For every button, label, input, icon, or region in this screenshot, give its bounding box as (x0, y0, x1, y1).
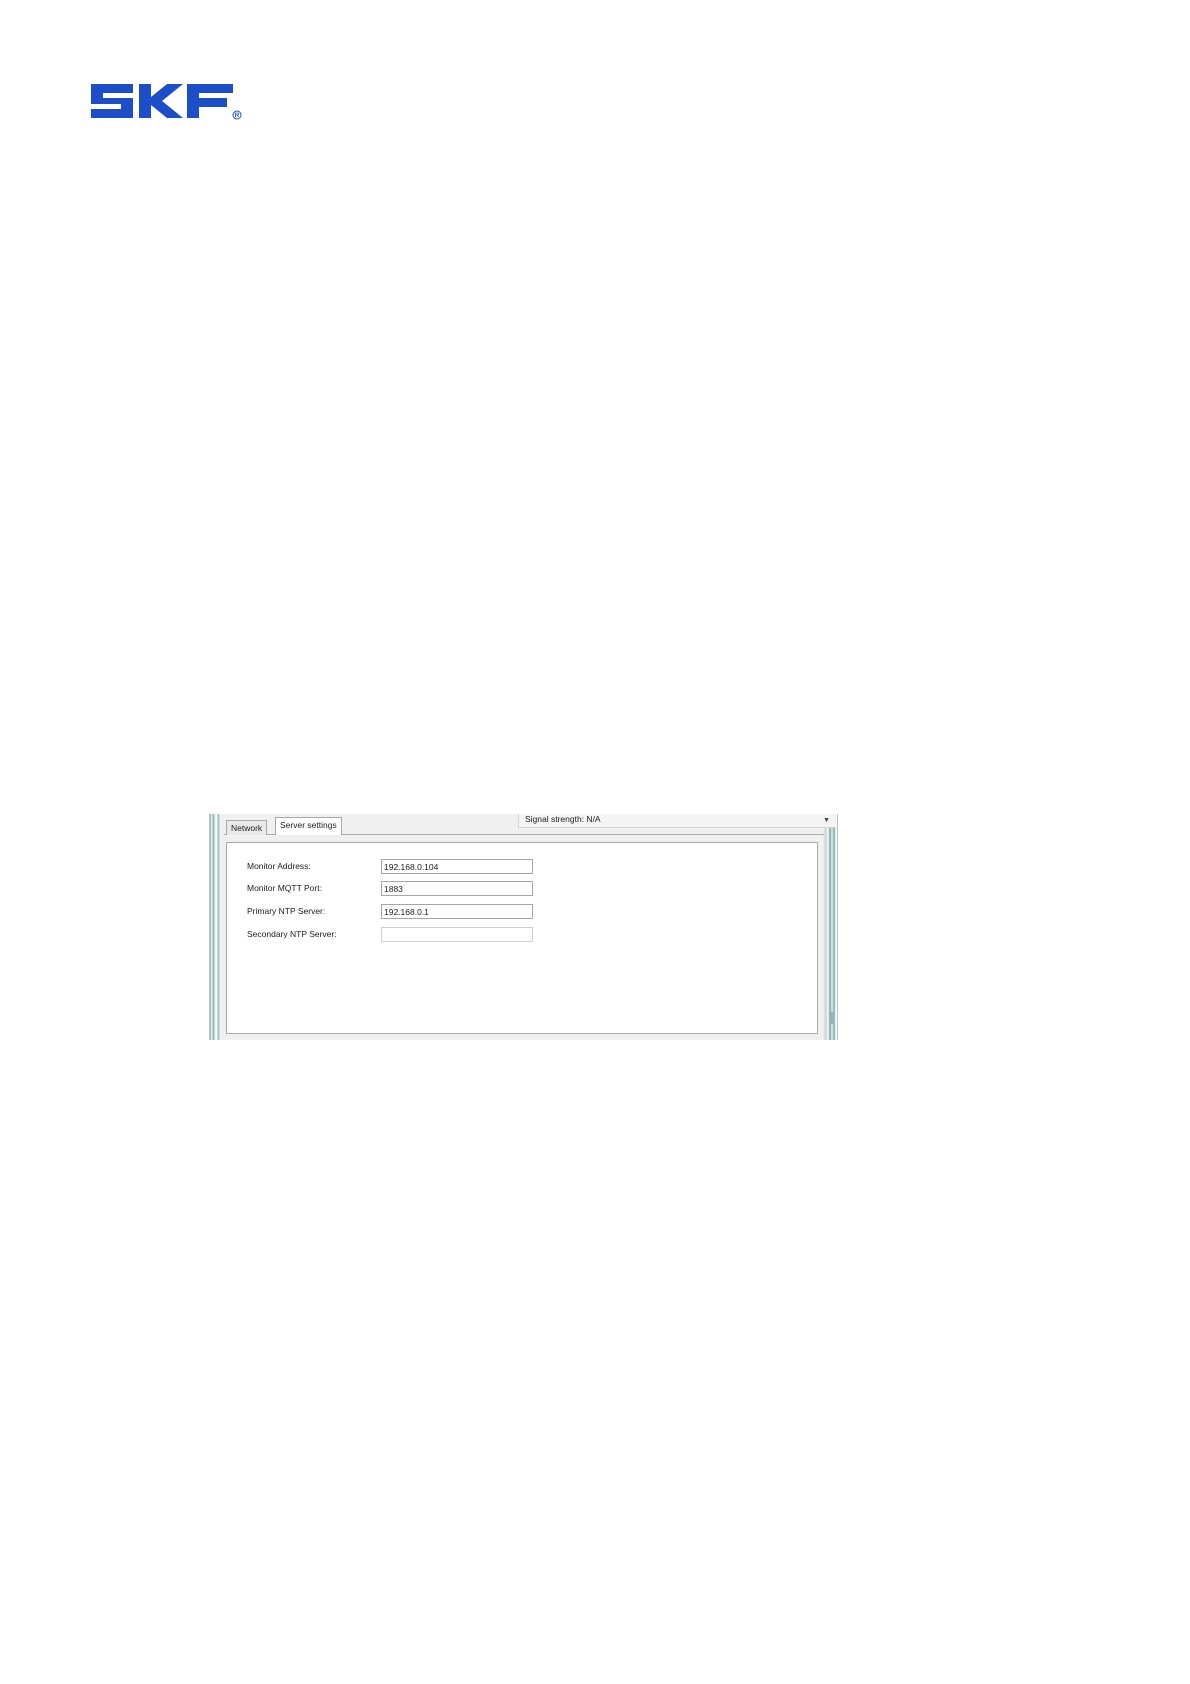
skf-logo-mark (91, 84, 242, 120)
monitor-address-row: Monitor Address: (227, 859, 817, 874)
tab-server-settings[interactable]: Server settings (275, 817, 342, 835)
scrollbar-thumb[interactable] (830, 1012, 834, 1024)
window-left-border (210, 814, 220, 1040)
secondary-ntp-server-input[interactable] (381, 927, 533, 942)
signal-strength-text: Signal strength: N/A (525, 814, 601, 824)
server-settings-window: Network Server settings Signal strength:… (209, 814, 838, 1040)
monitor-mqtt-port-label: Monitor MQTT Port: (247, 883, 322, 893)
primary-ntp-server-label: Primary NTP Server: (247, 906, 326, 916)
monitor-address-label: Monitor Address: (247, 861, 311, 871)
secondary-ntp-server-label: Secondary NTP Server: (247, 929, 337, 939)
secondary-ntp-server-row: Secondary NTP Server: (227, 927, 817, 942)
monitor-address-input[interactable] (381, 859, 533, 874)
primary-ntp-server-row: Primary NTP Server: (227, 904, 817, 919)
monitor-mqtt-port-input[interactable] (381, 881, 533, 896)
server-settings-panel: Monitor Address: Monitor MQTT Port: Prim… (226, 842, 818, 1034)
signal-strength-bar: Signal strength: N/A ▼ (518, 814, 836, 828)
tab-bar: Network Server settings Signal strength:… (224, 814, 836, 835)
skf-logo (91, 84, 243, 122)
monitor-mqtt-port-row: Monitor MQTT Port: (227, 881, 817, 896)
chevron-down-icon[interactable]: ▼ (823, 815, 830, 826)
primary-ntp-server-input[interactable] (381, 904, 533, 919)
tab-network[interactable]: Network (226, 820, 268, 835)
window-scrollbar[interactable] (823, 814, 837, 1040)
